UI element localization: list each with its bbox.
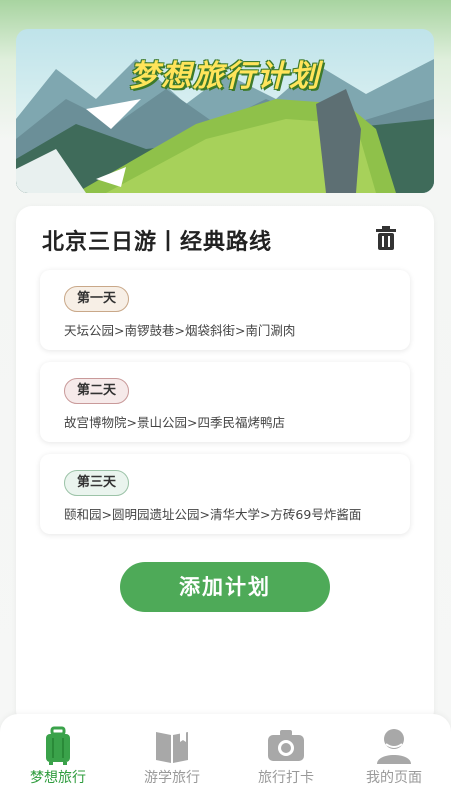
hero-banner: 梦想旅行计划 — [16, 29, 434, 193]
camera-icon — [268, 730, 304, 761]
day-route: 颐和园>圆明园遗址公园>清华大学>方砖69号炸酱面 — [64, 507, 362, 522]
tab-study-travel[interactable]: 游学旅行 — [116, 714, 228, 801]
tab-label: 游学旅行 — [144, 770, 200, 786]
tab-label: 旅行打卡 — [258, 770, 314, 786]
plan-title: 北京三日游丨经典路线 — [42, 230, 273, 255]
day-card-2[interactable]: 第二天 故宫博物院>景山公园>四季民福烤鸭店 — [40, 362, 410, 442]
tab-label: 我的页面 — [366, 770, 422, 786]
day-badge: 第二天 — [64, 378, 130, 404]
tab-label: 梦想旅行 — [30, 770, 86, 786]
user-icon — [377, 729, 411, 764]
day-badge: 第三天 — [64, 470, 130, 496]
trash-icon[interactable] — [376, 226, 396, 250]
day-badge: 第一天 — [64, 286, 130, 312]
tab-travel-checkin[interactable]: 旅行打卡 — [230, 714, 342, 801]
plan-card: 北京三日游丨经典路线 第一天 天坛公园>南锣鼓巷>烟袋斜街>南门涮肉 第二天 故… — [16, 206, 434, 726]
add-plan-button[interactable]: 添加计划 — [120, 562, 330, 612]
book-icon — [156, 732, 188, 763]
day-card-1[interactable]: 第一天 天坛公园>南锣鼓巷>烟袋斜街>南门涮肉 — [40, 270, 410, 350]
day-card-3[interactable]: 第三天 颐和园>圆明园遗址公园>清华大学>方砖69号炸酱面 — [40, 454, 410, 534]
bottom-tab-bar: 梦想旅行 游学旅行 旅行打卡 我的页面 — [0, 714, 451, 801]
day-route: 天坛公园>南锣鼓巷>烟袋斜街>南门涮肉 — [64, 323, 296, 338]
suitcase-icon — [46, 726, 70, 765]
day-route: 故宫博物院>景山公园>四季民福烤鸭店 — [64, 415, 285, 430]
banner-title: 梦想旅行计划 — [129, 59, 321, 94]
tab-dream-travel[interactable]: 梦想旅行 — [2, 714, 114, 801]
tab-my-page[interactable]: 我的页面 — [338, 714, 450, 801]
